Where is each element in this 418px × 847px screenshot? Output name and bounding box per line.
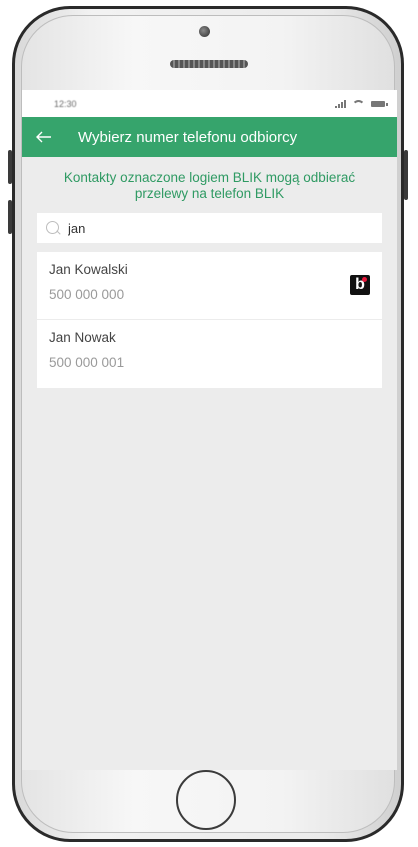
wifi-icon [352, 99, 365, 108]
app-screen: 12:30 Wybierz numer telefonu odbiorcy Ko… [22, 90, 397, 770]
blik-info-text: Kontakty oznaczone logiem BLIK mogą odbi… [63, 170, 356, 201]
contact-name: Jan Nowak [49, 330, 116, 345]
status-time: 12:30 [54, 98, 77, 109]
header-bar: Wybierz numer telefonu odbiorcy [22, 117, 397, 157]
signal-icon [335, 99, 346, 108]
page-title: Wybierz numer telefonu odbiorcy [78, 128, 298, 146]
power-button [404, 150, 408, 200]
contact-phone: 500 000 001 [49, 355, 125, 370]
search-bar[interactable] [37, 213, 382, 243]
search-icon [45, 220, 62, 237]
contact-phone: 500 000 000 [49, 287, 125, 302]
battery-icon [371, 100, 388, 107]
status-bar: 12:30 [22, 90, 397, 117]
contact-name: Jan Kowalski [49, 262, 128, 277]
contact-list: Jan Kowalski 500 000 000 b Jan Nowak 500… [37, 252, 382, 388]
volume-button [8, 200, 12, 234]
status-icons [335, 99, 388, 108]
blik-logo-icon: b [350, 275, 370, 295]
back-button[interactable] [22, 117, 66, 157]
arrow-left-icon [36, 131, 51, 143]
camera-icon [199, 26, 210, 37]
home-button[interactable] [176, 770, 236, 830]
speaker-grille [170, 60, 248, 68]
volume-button [8, 150, 12, 184]
contact-item-jan-kowalski[interactable]: Jan Kowalski 500 000 000 b [37, 252, 382, 320]
contact-item-jan-nowak[interactable]: Jan Nowak 500 000 001 [37, 320, 382, 388]
search-input[interactable] [66, 219, 350, 237]
